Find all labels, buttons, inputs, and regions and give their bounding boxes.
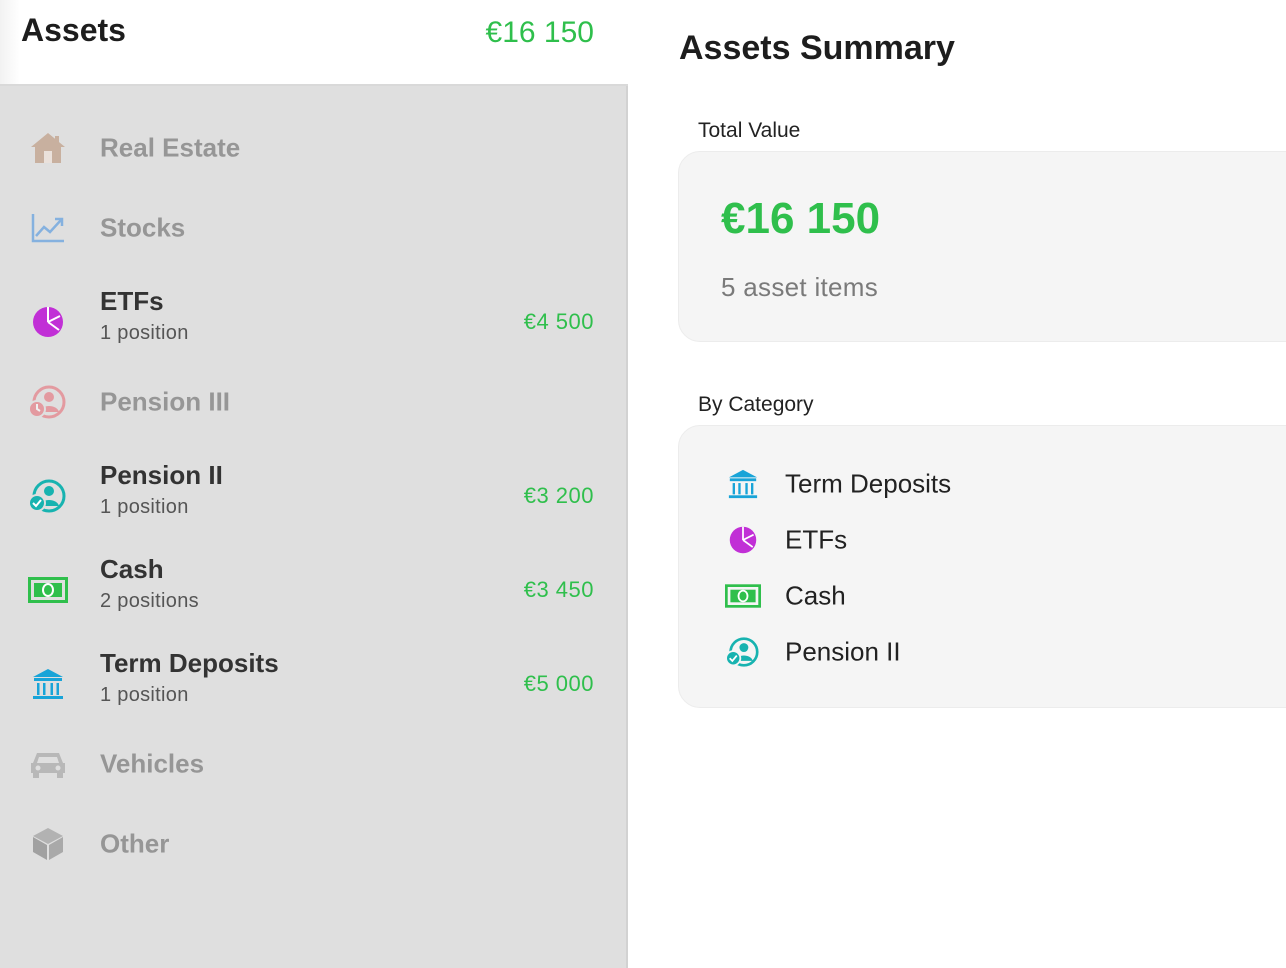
by-category-card: Term Deposits ETFs Cash Pension II: [678, 425, 1286, 708]
category-label: ETFs: [785, 524, 848, 555]
category-amount: €3 450: [523, 577, 594, 602]
banknote-icon: [28, 570, 68, 610]
sidebar-item-pension-iii[interactable]: Pension III: [0, 362, 628, 442]
house-icon: [28, 128, 68, 168]
sidebar-item-real-estate[interactable]: Real Estate: [0, 108, 628, 188]
position-count: 1 position: [100, 322, 189, 344]
chart-line-icon: [28, 208, 68, 248]
category-row-term-deposits[interactable]: Term Deposits: [725, 464, 1225, 504]
position-count: 1 position: [100, 496, 189, 518]
pie-chart-icon: [725, 522, 761, 558]
sidebar-item-label: Vehicles: [100, 748, 205, 779]
sidebar-title: Assets: [21, 12, 126, 48]
sidebar-item-label: Cash: [100, 554, 164, 584]
page-title: Assets Summary: [679, 29, 955, 67]
position-count: 2 positions: [100, 590, 199, 612]
category-amount: €3 200: [523, 483, 594, 508]
sidebar-item-term-deposits[interactable]: Term Deposits 1 position €5 000: [0, 644, 628, 724]
category-label: Pension II: [785, 636, 901, 667]
category-row-pension-ii[interactable]: Pension II: [725, 632, 1225, 672]
sidebar-total-value: €16 150: [485, 16, 594, 49]
sidebar-item-label: Term Deposits: [100, 648, 279, 678]
total-value: €16 150: [721, 194, 881, 243]
sidebar-item-cash[interactable]: Cash 2 positions €3 450: [0, 550, 628, 630]
sidebar-item-label: Pension III: [100, 386, 231, 417]
category-amount: €4 500: [523, 309, 594, 334]
sidebar-item-other[interactable]: Other: [0, 804, 628, 884]
sidebar: Assets €16 150 Real Estate Stocks ETFs 1…: [0, 0, 628, 968]
sidebar-item-label: Real Estate: [100, 132, 241, 163]
total-value-label: Total Value: [698, 119, 801, 142]
person-check-icon: [28, 476, 68, 516]
position-count: 1 position: [100, 684, 189, 706]
cube-icon: [28, 824, 68, 864]
sidebar-item-label: Pension II: [100, 460, 223, 490]
pie-chart-icon: [28, 302, 68, 342]
sidebar-item-etfs[interactable]: ETFs 1 position €4 500: [0, 282, 628, 362]
person-clock-icon: [28, 382, 68, 422]
sidebar-item-label: Other: [100, 828, 170, 859]
person-check-icon: [725, 634, 761, 670]
car-icon: [28, 744, 68, 784]
sidebar-item-vehicles[interactable]: Vehicles: [0, 724, 628, 804]
category-label: Term Deposits: [785, 468, 952, 499]
sidebar-item-label: Stocks: [100, 212, 186, 243]
asset-items-count: 5 asset items: [721, 272, 879, 302]
sidebar-header: Assets €16 150: [0, 0, 628, 86]
banknote-icon: [725, 578, 761, 614]
bank-icon: [725, 466, 761, 502]
sidebar-item-stocks[interactable]: Stocks: [0, 188, 628, 268]
sidebar-item-pension-ii[interactable]: Pension II 1 position €3 200: [0, 456, 628, 536]
category-label: Cash: [785, 580, 846, 611]
main-panel: Assets Summary Total Value €16 150 5 ass…: [630, 0, 1286, 968]
category-amount: €5 000: [523, 671, 594, 696]
total-value-card: €16 150 5 asset items: [678, 151, 1286, 342]
by-category-label: By Category: [698, 393, 814, 416]
category-row-etfs[interactable]: ETFs: [725, 520, 1225, 560]
category-row-cash[interactable]: Cash: [725, 576, 1225, 616]
bank-icon: [28, 664, 68, 704]
sidebar-item-label: ETFs: [100, 286, 164, 316]
